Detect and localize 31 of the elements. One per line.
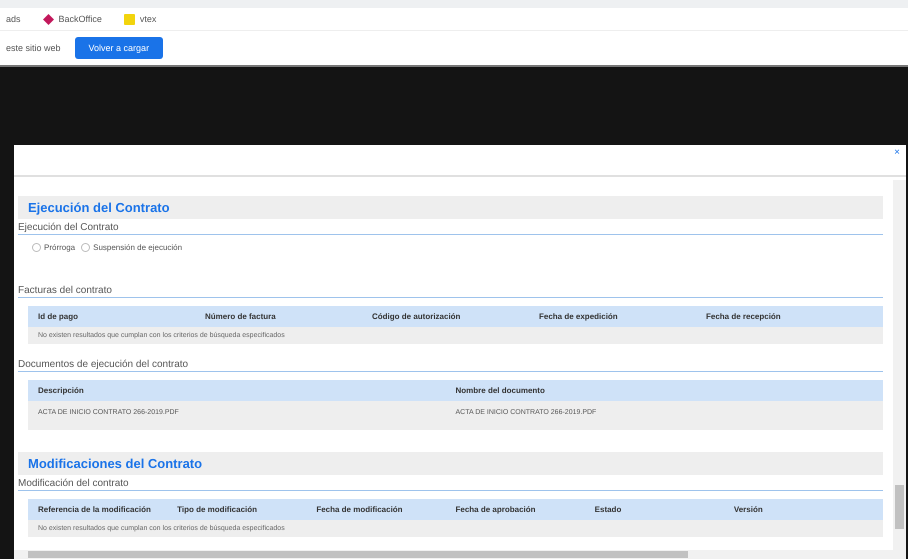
section-title: Modificaciones del Contrato (18, 452, 883, 475)
subsection-title: Facturas del contrato (18, 282, 883, 298)
diamond-icon (42, 14, 54, 24)
horizontal-scrollbar[interactable] (14, 550, 906, 559)
reload-button[interactable]: Volver a cargar (74, 37, 164, 59)
square-icon (124, 14, 135, 24)
column-header: Número de factura (205, 312, 277, 321)
column-header: Versión (734, 505, 764, 514)
column-header: Id de pago (38, 312, 79, 321)
radio-option[interactable]: Suspensión de ejecución (81, 243, 182, 252)
column-header: Nombre del documento (456, 386, 546, 395)
column-header: Código de autorización (372, 312, 462, 321)
subsection-title: Ejecución del Contrato (18, 219, 883, 235)
bookmark[interactable]: vtex (124, 14, 156, 24)
column-header: Fecha de recepción (706, 312, 782, 321)
column-header: Fecha de expedición (539, 312, 619, 321)
column-header: Tipo de modificación (177, 505, 258, 514)
vertical-scrollbar[interactable] (893, 180, 906, 550)
bookmark[interactable]: ads (6, 14, 21, 24)
column-header: Referencia de la modificación (38, 505, 152, 514)
bookmark[interactable]: BackOffice (42, 14, 102, 24)
radio-option[interactable]: Prórroga (32, 243, 76, 252)
column-header: Fecha de aprobación (456, 505, 537, 514)
section-title: Ejecución del Contrato (18, 196, 883, 219)
column-header: Descripción (38, 386, 85, 395)
notice-text: este sitio web (6, 43, 61, 53)
subsection-title: Documentos de ejecución del contrato (18, 356, 883, 372)
subsection-title: Modificación del contrato (18, 475, 883, 491)
column-header: Estado (594, 505, 622, 514)
column-header: Fecha de modificación (316, 505, 404, 514)
close-button[interactable]: × (888, 145, 906, 160)
